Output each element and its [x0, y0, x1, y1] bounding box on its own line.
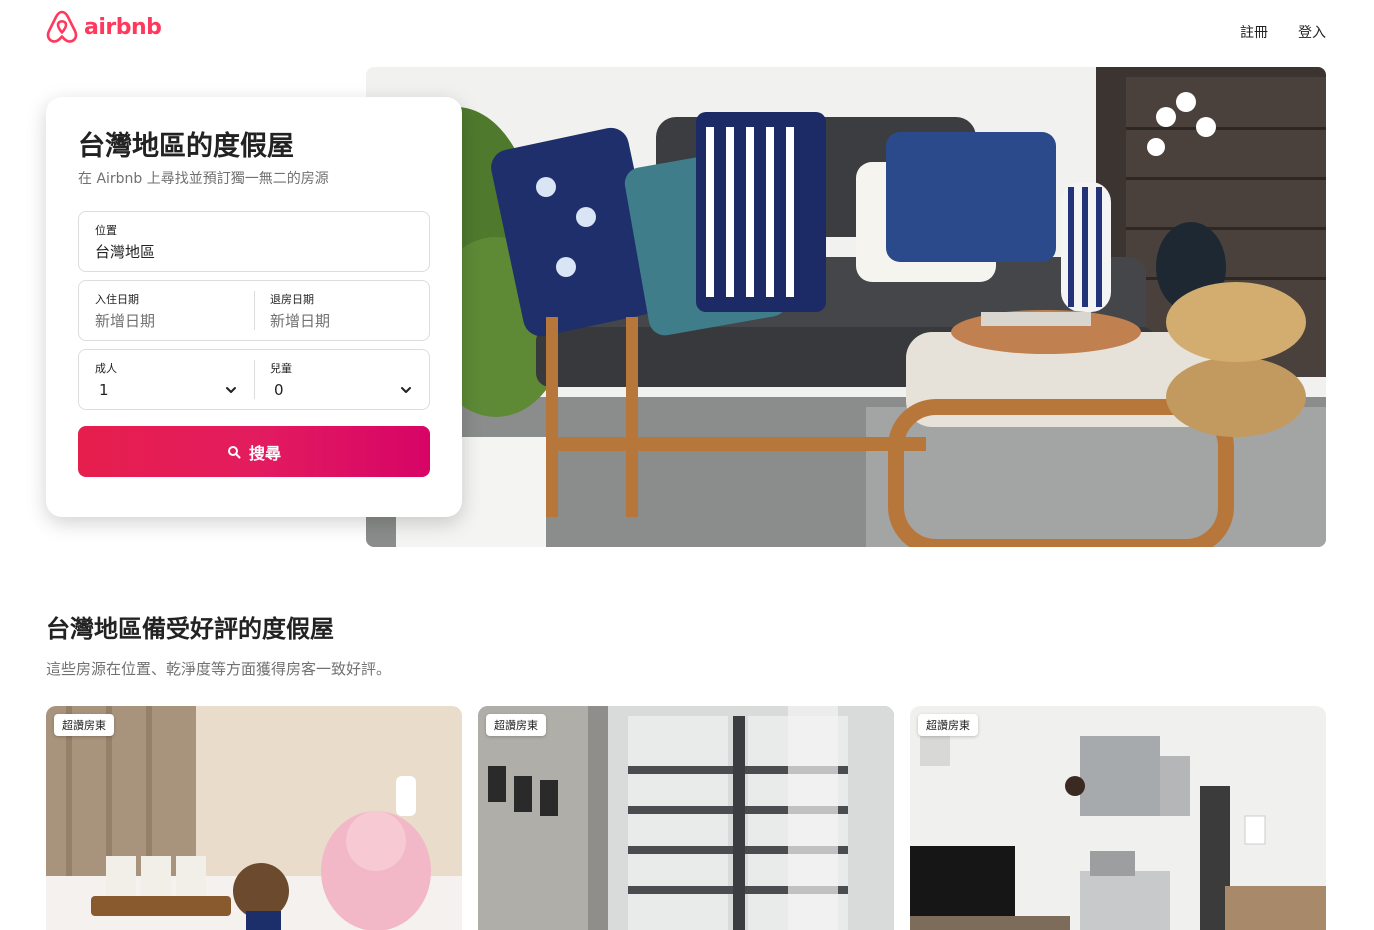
logo-text: airbnb: [84, 14, 162, 40]
listing-cards: 超讚房東 超讚房東 超讚房東: [46, 706, 1326, 930]
search-card: 台灣地區的度假屋 在 Airbnb 上尋找並預訂獨一無二的房源 位置 台灣地區 …: [46, 97, 462, 517]
search-icon: [227, 445, 241, 458]
search-button-label: 搜尋: [248, 443, 281, 463]
checkin-input[interactable]: 新增日期: [95, 311, 238, 331]
top-nav: 註冊 登入: [1240, 22, 1326, 42]
listing-photo: [478, 706, 894, 930]
login-link[interactable]: 登入: [1298, 22, 1326, 42]
listing-card[interactable]: 超讚房東: [478, 706, 894, 930]
checkout-input[interactable]: 新增日期: [270, 311, 413, 331]
listing-card[interactable]: 超讚房東: [910, 706, 1326, 930]
listing-photo: [46, 706, 462, 930]
adults-select[interactable]: 成人 1: [79, 350, 254, 409]
adults-label: 成人: [95, 362, 117, 375]
superhost-badge: 超讚房東: [918, 714, 978, 736]
checkout-field[interactable]: 退房日期 新增日期: [254, 281, 429, 340]
location-field[interactable]: 位置 台灣地區: [78, 211, 430, 272]
superhost-badge: 超讚房東: [54, 714, 114, 736]
date-fields: 入住日期 新增日期 退房日期 新增日期: [78, 280, 430, 341]
checkin-field[interactable]: 入住日期 新增日期: [79, 281, 254, 340]
airbnb-logo[interactable]: airbnb: [46, 10, 162, 44]
checkin-label: 入住日期: [95, 293, 139, 306]
signup-link[interactable]: 註冊: [1240, 22, 1268, 42]
search-title: 台灣地區的度假屋: [78, 131, 294, 162]
search-button[interactable]: 搜尋: [78, 426, 430, 477]
location-label: 位置: [95, 224, 117, 237]
checkout-label: 退房日期: [270, 293, 314, 306]
superhost-badge: 超讚房東: [486, 714, 546, 736]
listing-card[interactable]: 超讚房東: [46, 706, 462, 930]
children-label: 兒童: [270, 362, 292, 375]
children-select[interactable]: 兒童 0: [254, 350, 429, 409]
location-value[interactable]: 台灣地區: [95, 242, 413, 262]
section-title: 台灣地區備受好評的度假屋: [46, 615, 334, 643]
listing-photo: [910, 706, 1326, 930]
site-header: airbnb 註冊 登入: [0, 0, 1374, 60]
children-value: 0: [274, 381, 284, 399]
hero-image: [366, 67, 1326, 547]
adults-value: 1: [99, 381, 109, 399]
search-subtitle: 在 Airbnb 上尋找並預訂獨一無二的房源: [78, 171, 329, 187]
section-subtitle: 這些房源在位置、乾淨度等方面獲得房客一致好評。: [46, 660, 392, 678]
airbnb-logo-icon: [46, 10, 78, 43]
chevron-down-icon: [401, 387, 411, 393]
chevron-down-icon: [226, 387, 236, 393]
guest-fields: 成人 1 兒童 0: [78, 349, 430, 410]
